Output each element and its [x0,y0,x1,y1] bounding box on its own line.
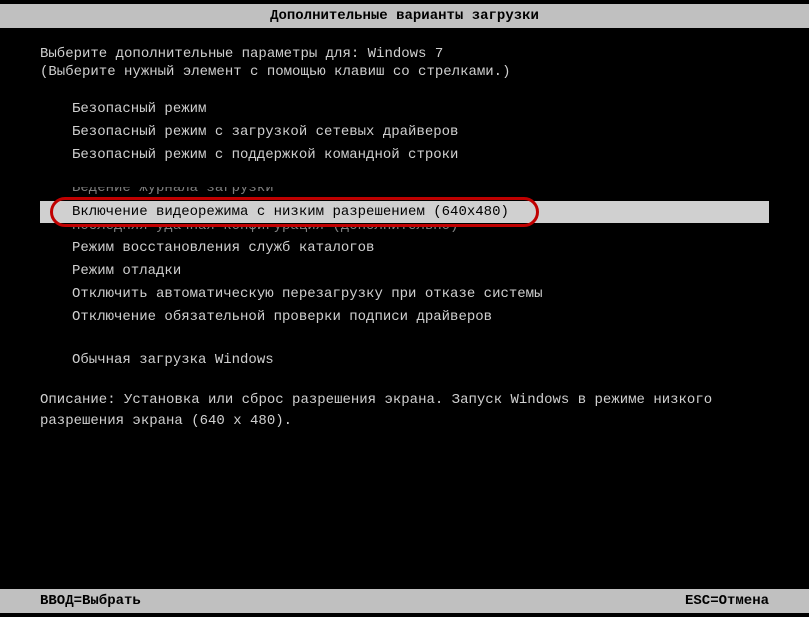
boot-options-menu[interactable]: Безопасный режим Безопасный режим с загр… [40,98,769,372]
menu-item-safe-mode-cmd[interactable]: Безопасный режим с поддержкой командной … [40,144,769,167]
menu-item-ds-restore[interactable]: Режим восстановления служб каталогов [40,237,769,260]
menu-item-disable-auto-restart[interactable]: Отключить автоматическую перезагрузку пр… [40,283,769,306]
main-content: Выберите дополнительные параметры для: W… [0,28,809,432]
description-block: Описание: Установка или сброс разрешения… [40,390,769,432]
description-label: Описание: [40,392,116,408]
menu-item-debug[interactable]: Режим отладки [40,260,769,283]
description-text: Установка или сброс разрешения экрана. З… [40,392,721,429]
menu-item-low-res-video[interactable]: Включение видеорежима с низким разрешени… [40,201,769,223]
footer-esc-hint: ESC=Отмена [685,593,769,609]
prompt-os: Выберите дополнительные параметры для: W… [40,46,769,62]
menu-item-boot-logging-partial[interactable]: Ведение журнала загрузки [40,187,769,199]
selected-item-wrapper: Включение видеорежима с низким разрешени… [40,201,769,223]
menu-item-safe-mode[interactable]: Безопасный режим [40,98,769,121]
menu-item-disable-driver-sig[interactable]: Отключение обязательной проверки подписи… [40,306,769,329]
prompt-instruction: (Выберите нужный элемент с помощью клави… [40,64,769,80]
menu-item-last-known-partial[interactable]: Последняя удачная конфигурация (дополнит… [40,225,769,237]
footer-enter-hint: ВВОД=Выбрать [40,593,141,609]
menu-item-normal-boot[interactable]: Обычная загрузка Windows [40,349,769,372]
menu-item-safe-mode-network[interactable]: Безопасный режим с загрузкой сетевых дра… [40,121,769,144]
footer-bar: ВВОД=Выбрать ESC=Отмена [0,589,809,613]
screen-title: Дополнительные варианты загрузки [0,4,809,28]
